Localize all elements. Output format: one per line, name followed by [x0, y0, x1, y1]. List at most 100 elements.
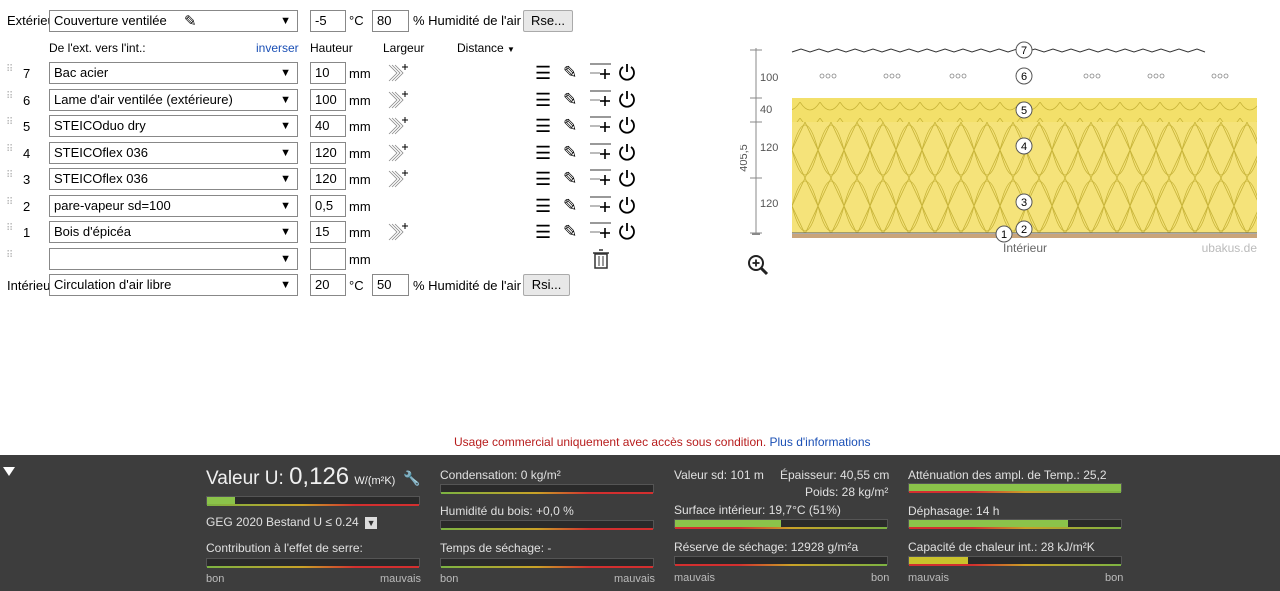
heat-capacity-bar: [908, 556, 1122, 566]
layer-material-value: STEICOflex 036: [54, 171, 148, 186]
drag-handle-icon[interactable]: ⠿: [6, 92, 13, 104]
menu-icon[interactable]: ☰: [535, 116, 551, 136]
rsi-button[interactable]: Rsi...: [523, 274, 570, 296]
interior-humidity-input[interactable]: 50: [372, 274, 409, 296]
layer-thickness-input[interactable]: 40: [310, 115, 346, 137]
exterior-material-select[interactable]: Couverture ventilée ✎ ▼: [49, 10, 298, 32]
drag-handle-icon[interactable]: ⠿: [6, 118, 13, 130]
layer-material-select[interactable]: Lame d'air ventilée (extérieure) ▼: [49, 89, 298, 111]
layer-unit: mm: [349, 146, 371, 161]
pencil-icon[interactable]: ✎: [563, 222, 577, 242]
surface-interior-bar: [674, 519, 888, 529]
insert-layer-icon[interactable]: [589, 87, 613, 111]
bad-label: mauvais: [908, 572, 949, 584]
surface-interior-label: Surface intérieur: 19,7°C (51%): [674, 503, 841, 517]
insert-layer-icon[interactable]: [589, 166, 613, 190]
power-icon[interactable]: [617, 142, 637, 162]
dim-label-flex-3: 120: [760, 198, 778, 210]
power-icon[interactable]: [617, 195, 637, 215]
pencil-icon[interactable]: ✎: [563, 143, 577, 163]
layer-material-select[interactable]: Bois d'épicéa ▼: [49, 221, 298, 243]
more-info-link[interactable]: Plus d'informations: [770, 435, 871, 449]
drag-handle-icon[interactable]: ⠿: [6, 224, 13, 236]
layer-thickness-input[interactable]: 15: [310, 221, 346, 243]
pencil-icon[interactable]: ✎: [563, 196, 577, 216]
menu-icon[interactable]: ☰: [535, 222, 551, 242]
layer-diagram: 7 6 5 4 3 2 1 100 40 120 120 405,5 Intér…: [740, 41, 1257, 255]
layer-material-select[interactable]: STEICOflex 036 ▼: [49, 168, 298, 190]
drag-handle-icon[interactable]: ⠿: [6, 251, 13, 263]
u-value-bar-fill: [207, 497, 235, 504]
layer-material-value: pare-vapeur sd=100: [54, 198, 171, 213]
insert-layer-icon[interactable]: [589, 60, 613, 84]
insert-layer-icon[interactable]: [589, 140, 613, 164]
layer-thickness-input[interactable]: 120: [310, 168, 346, 190]
pencil-icon[interactable]: ✎: [563, 63, 577, 83]
drag-handle-icon[interactable]: ⠿: [6, 145, 13, 157]
insert-layer-icon[interactable]: [589, 193, 613, 217]
drag-handle-icon[interactable]: ⠿: [6, 171, 13, 183]
layer-material-select[interactable]: ▼: [49, 248, 298, 270]
power-icon[interactable]: [617, 115, 637, 135]
power-icon[interactable]: [617, 168, 637, 188]
greenhouse-bar: [206, 558, 420, 568]
interior-temp-input[interactable]: 20: [310, 274, 346, 296]
drying-time-bar: [440, 558, 654, 568]
layer-thickness-input[interactable]: 0,5: [310, 195, 346, 217]
layer-thickness-input[interactable]: [310, 248, 346, 270]
add-batten-icon[interactable]: [387, 168, 409, 190]
add-batten-icon[interactable]: [387, 221, 409, 243]
pencil-icon[interactable]: ✎: [563, 169, 577, 189]
exterior-temp-unit: °C: [349, 13, 364, 28]
power-icon[interactable]: [617, 89, 637, 109]
standard-select[interactable]: GEG 2020 Bestand U ≤ 0.24 ▼: [206, 515, 378, 529]
rse-button[interactable]: Rse...: [523, 10, 573, 32]
u-value-label: Valeur U:: [206, 468, 284, 489]
layer-unit: mm: [349, 119, 371, 134]
layer-thickness-input[interactable]: 120: [310, 142, 346, 164]
menu-icon[interactable]: ☰: [535, 169, 551, 189]
pencil-icon[interactable]: ✎: [563, 116, 577, 136]
zoom-in-icon[interactable]: [746, 253, 770, 277]
add-batten-icon[interactable]: [387, 115, 409, 137]
diagram-label-6: 6: [1021, 71, 1027, 83]
menu-icon[interactable]: ☰: [535, 196, 551, 216]
invert-link[interactable]: inverser: [256, 40, 299, 56]
attenuation-label: Atténuation des ampl. de Temp.: 25,2: [908, 468, 1107, 482]
interior-material-select[interactable]: Circulation d'air libre ▼: [49, 274, 298, 296]
menu-icon[interactable]: ☰: [535, 143, 551, 163]
collapse-triangle-icon[interactable]: [3, 467, 15, 476]
layer-material-value: Lame d'air ventilée (extérieure): [54, 92, 233, 107]
distance-header[interactable]: Distance ▼: [457, 40, 515, 58]
dropdown-icon[interactable]: ▼: [365, 516, 378, 529]
layer-unit: mm: [349, 252, 371, 267]
drag-handle-icon[interactable]: ⠿: [6, 198, 13, 210]
insert-layer-icon[interactable]: [589, 113, 613, 137]
layer-material-select[interactable]: pare-vapeur sd=100 ▼: [49, 195, 298, 217]
menu-icon[interactable]: ☰: [535, 63, 551, 83]
exterior-temp-input[interactable]: -5: [310, 10, 346, 32]
layer-material-select[interactable]: STEICOflex 036 ▼: [49, 142, 298, 164]
power-icon[interactable]: [617, 62, 637, 82]
layer-thickness-input[interactable]: 100: [310, 89, 346, 111]
add-batten-icon[interactable]: [387, 142, 409, 164]
layer-unit: mm: [349, 93, 371, 108]
layer-material-value: STEICOduo dry: [54, 118, 146, 133]
caret-down-icon: ▼: [507, 45, 515, 54]
layer-number: 5: [23, 119, 31, 134]
insert-layer-icon[interactable]: [589, 219, 613, 243]
drag-handle-icon[interactable]: ⠿: [6, 65, 13, 77]
menu-icon[interactable]: ☰: [535, 90, 551, 110]
chevron-down-icon: ▼: [280, 173, 291, 185]
wrench-icon[interactable]: 🔧: [403, 470, 420, 487]
height-header: Hauteur: [310, 41, 353, 55]
exterior-humidity-input[interactable]: 80: [372, 10, 409, 32]
add-batten-icon[interactable]: [387, 89, 409, 111]
layer-thickness-input[interactable]: 10: [310, 62, 346, 84]
add-batten-icon[interactable]: [387, 62, 409, 84]
power-icon[interactable]: [617, 221, 637, 241]
pencil-icon[interactable]: ✎: [563, 90, 577, 110]
layer-material-select[interactable]: Bac acier ▼: [49, 62, 298, 84]
layer-material-select[interactable]: STEICOduo dry ▼: [49, 115, 298, 137]
trash-icon[interactable]: [592, 249, 610, 269]
